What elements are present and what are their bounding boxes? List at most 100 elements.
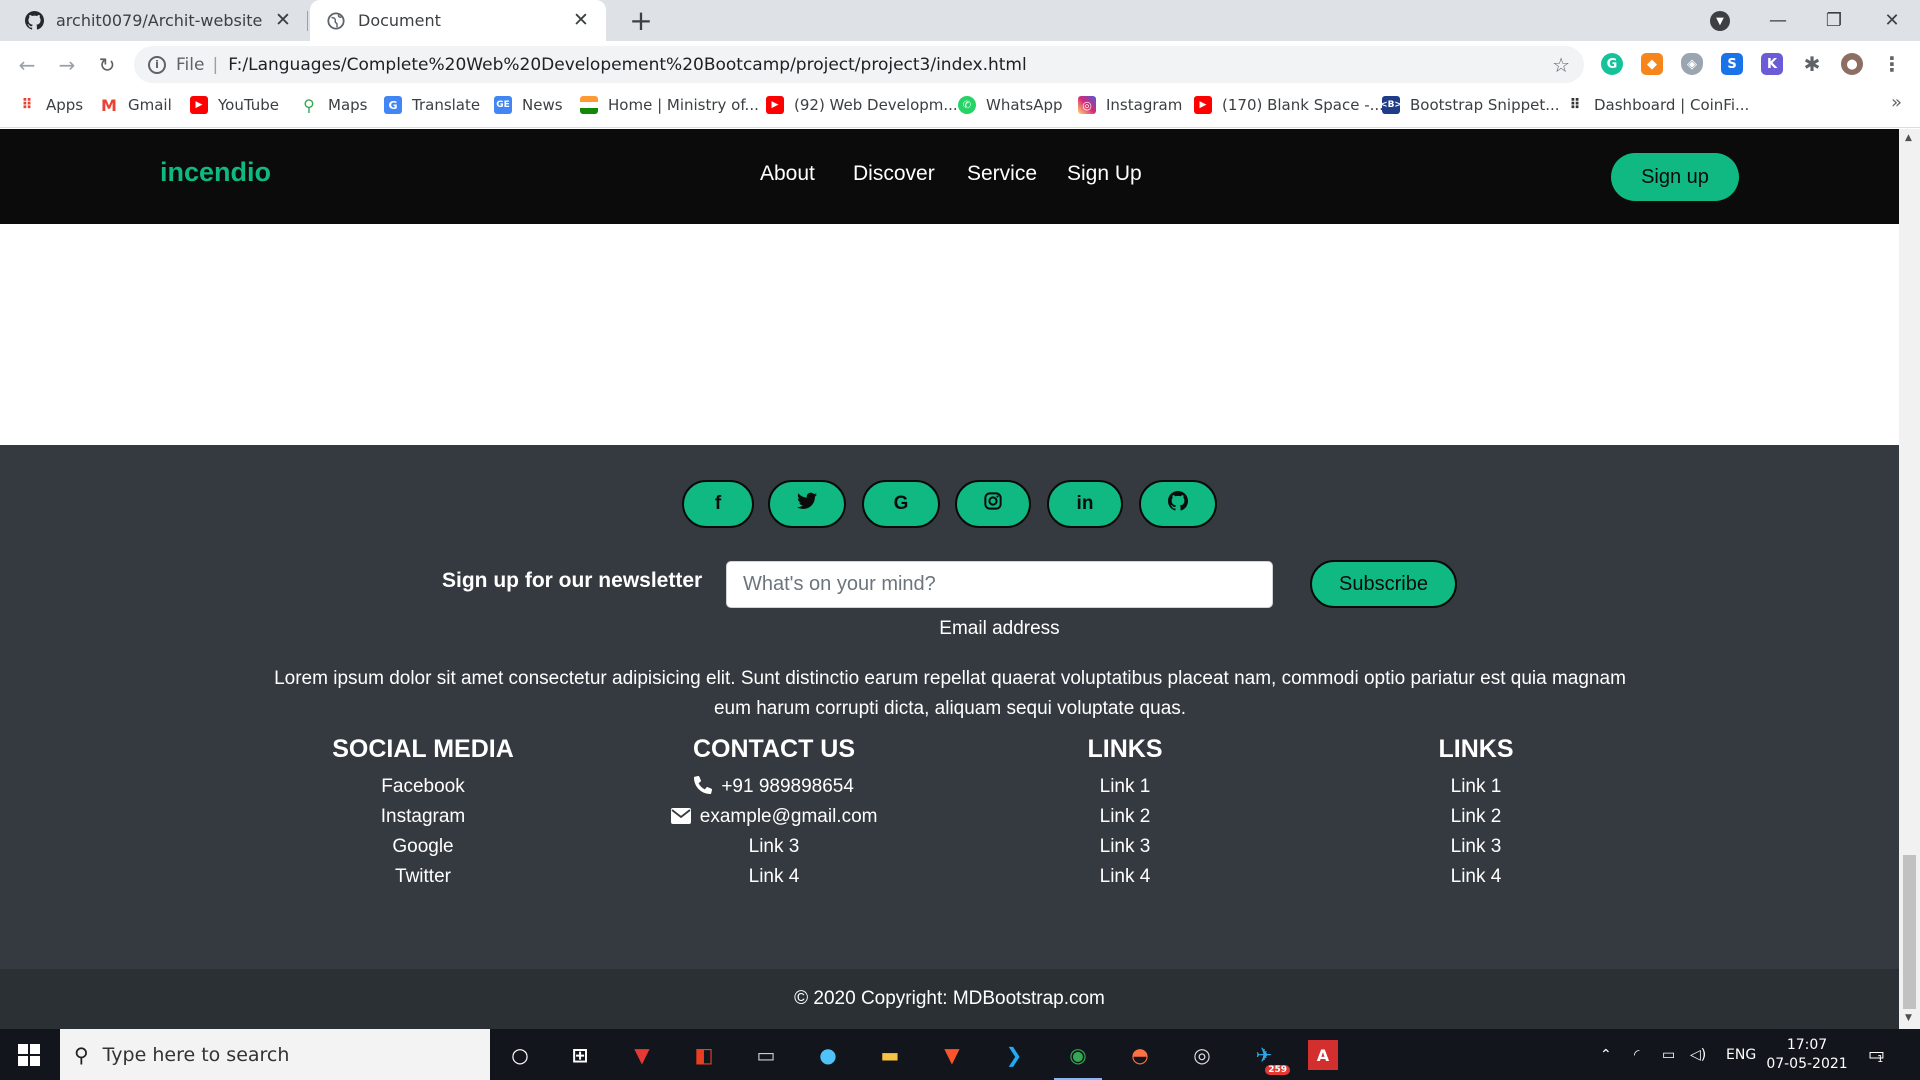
contact-phone[interactable]: +91 989898654 (624, 775, 924, 798)
bookmark-maps[interactable]: ⚲ Maps (300, 88, 367, 122)
linkedin-button[interactable]: in (1047, 480, 1123, 528)
whatsapp-icon: ✆ (958, 96, 976, 114)
language-indicator[interactable]: ENG (1726, 1029, 1756, 1080)
address-bar[interactable]: i File | F:/Languages/Complete%20Web%20D… (134, 46, 1584, 83)
metamask-icon[interactable]: ◆ (1641, 53, 1663, 75)
bookmark-blank-space[interactable]: ▶ (170) Blank Space -... (1194, 88, 1384, 122)
footer-link[interactable]: Link 2 (975, 806, 1275, 828)
footer-link[interactable]: Link 3 (975, 836, 1275, 858)
footer-link[interactable]: Link 2 (1326, 806, 1626, 828)
forward-icon[interactable]: → (53, 51, 81, 79)
chrome-icon[interactable]: ◉ (1054, 1037, 1102, 1080)
twitter-button[interactable] (768, 480, 846, 528)
browser-toolbar: ← → ↻ i File | F:/Languages/Complete%20W… (0, 41, 1920, 88)
scroll-down-icon[interactable]: ▼ (1905, 1013, 1912, 1023)
footer-link[interactable]: Link 1 (1326, 776, 1626, 798)
profile-avatar[interactable]: ● (1841, 53, 1863, 75)
bookmark-ministry[interactable]: Home | Ministry of... (580, 88, 759, 122)
wifi-icon[interactable]: ◜ (1634, 1029, 1639, 1080)
tab-search-icon[interactable]: ▼ (1710, 11, 1730, 31)
browser-globe-icon[interactable]: ● (810, 1037, 846, 1073)
nav-sign-up[interactable]: Sign Up (1067, 162, 1142, 186)
bookmark-star-icon[interactable]: ☆ (1552, 53, 1570, 77)
game-app-icon[interactable]: ▼ (624, 1037, 660, 1073)
nav-about[interactable]: About (760, 162, 815, 186)
close-tab-icon[interactable]: ✕ (570, 9, 592, 31)
footer-link[interactable]: Link 3 (1326, 836, 1626, 858)
minimize-button[interactable]: — (1750, 0, 1806, 41)
footer-link[interactable]: Link 4 (1326, 866, 1626, 888)
menu-kebab-icon[interactable]: ⋮ (1881, 52, 1903, 76)
footer-link[interactable]: Facebook (273, 776, 573, 798)
telegram-icon[interactable]: ✈ 259 (1246, 1037, 1290, 1075)
bookmark-web-dev[interactable]: ▶ (92) Web Developm... (766, 88, 958, 122)
more-bookmarks-icon[interactable]: » (1891, 92, 1902, 113)
apps-grid-icon: ⠿ (21, 97, 33, 113)
contact-email[interactable]: example@gmail.com (624, 806, 924, 828)
footer-link[interactable]: Link 3 (624, 836, 924, 858)
footer-link[interactable]: Link 4 (975, 866, 1275, 888)
task-view-icon[interactable]: ⊞ (562, 1037, 598, 1073)
acrobat-icon[interactable]: A (1308, 1040, 1338, 1070)
bookmark-apps[interactable]: ⠿ Apps (18, 88, 84, 122)
bookmark-whatsapp[interactable]: ✆ WhatsApp (958, 88, 1063, 122)
tray-chevron-icon[interactable]: ⌃ (1600, 1029, 1612, 1080)
back-icon[interactable]: ← (13, 51, 41, 79)
tab-document[interactable]: Document ✕ (310, 0, 606, 41)
windows-start-icon[interactable] (18, 1044, 40, 1066)
footer-link[interactable]: Link 4 (624, 866, 924, 888)
vscode-icon[interactable]: ❯ (996, 1037, 1032, 1073)
game-launcher-icon[interactable]: ◓ (1122, 1037, 1158, 1073)
close-window-button[interactable]: ✕ (1864, 0, 1920, 41)
brand-logo[interactable]: incendio (160, 157, 271, 188)
bookmark-gmail[interactable]: M Gmail (100, 88, 172, 122)
telegram-badge: 259 (1265, 1065, 1290, 1075)
info-icon[interactable]: i (148, 55, 166, 74)
obs-icon[interactable]: ◎ (1184, 1037, 1220, 1073)
footer-link[interactable]: Twitter (273, 866, 573, 888)
instagram-button[interactable] (955, 480, 1031, 528)
bookmark-bootstrap[interactable]: <B> Bootstrap Snippet... (1380, 88, 1560, 122)
reload-icon[interactable]: ↻ (93, 51, 121, 79)
k-extension-icon[interactable]: K (1761, 53, 1783, 75)
google-button[interactable]: G (862, 480, 940, 528)
news-icon: GE (494, 96, 512, 114)
tab-github[interactable]: archit0079/Archit-website ✕ (0, 0, 308, 41)
nav-service[interactable]: Service (967, 162, 1037, 186)
bookmark-instagram[interactable]: ◎ Instagram (1078, 88, 1182, 122)
close-tab-icon[interactable]: ✕ (272, 9, 294, 31)
bookmark-youtube[interactable]: ▶ YouTube (190, 88, 279, 122)
email-input[interactable]: What's on your mind? (726, 561, 1273, 608)
cortana-icon[interactable]: ○ (502, 1037, 538, 1073)
grammarly-icon[interactable]: G (1601, 53, 1623, 75)
brave-icon[interactable]: ▼ (934, 1037, 970, 1073)
bookmark-news[interactable]: GE News (494, 88, 563, 122)
maximize-button[interactable]: ❐ (1806, 0, 1862, 41)
facebook-button[interactable]: f (682, 480, 754, 528)
battery-icon[interactable]: ▭ (1662, 1029, 1675, 1080)
file-explorer-icon[interactable]: ▬ (872, 1037, 908, 1073)
footer-link[interactable]: Link 1 (975, 776, 1275, 798)
bookmark-translate[interactable]: G Translate (384, 88, 480, 122)
github-button[interactable] (1139, 480, 1217, 528)
taskbar-clock[interactable]: 17:07 07-05-2021 (1762, 1036, 1852, 1074)
nav-discover[interactable]: Discover (853, 162, 935, 186)
shield-extension-icon[interactable]: ◈ (1681, 53, 1703, 75)
new-tab-button[interactable]: + (624, 4, 658, 37)
subscribe-button[interactable]: Subscribe (1310, 560, 1457, 608)
scrollbar-thumb[interactable] (1903, 855, 1916, 1009)
page-scrollbar[interactable]: ▲ ▼ (1899, 129, 1920, 1029)
extensions-puzzle-icon[interactable]: ✱ (1801, 52, 1823, 76)
sign-up-button[interactable]: Sign up (1611, 153, 1739, 201)
footer-link[interactable]: Google (273, 836, 573, 858)
footer-link[interactable]: Instagram (273, 806, 573, 828)
bookmark-coinfi[interactable]: ⠿ Dashboard | CoinFi... (1566, 88, 1750, 122)
terminal-icon[interactable]: ▭ (748, 1037, 784, 1073)
url-text[interactable]: F:/Languages/Complete%20Web%20Developeme… (228, 55, 1027, 75)
s-extension-icon[interactable]: S (1721, 53, 1743, 75)
office-icon[interactable]: ◧ (686, 1037, 722, 1073)
volume-icon[interactable]: ◁) (1690, 1029, 1706, 1080)
notifications-icon[interactable]: ▭ 1 (1868, 1029, 1885, 1080)
scroll-up-icon[interactable]: ▲ (1905, 133, 1912, 143)
taskbar-search-box[interactable]: ⚲ Type here to search (60, 1029, 490, 1080)
